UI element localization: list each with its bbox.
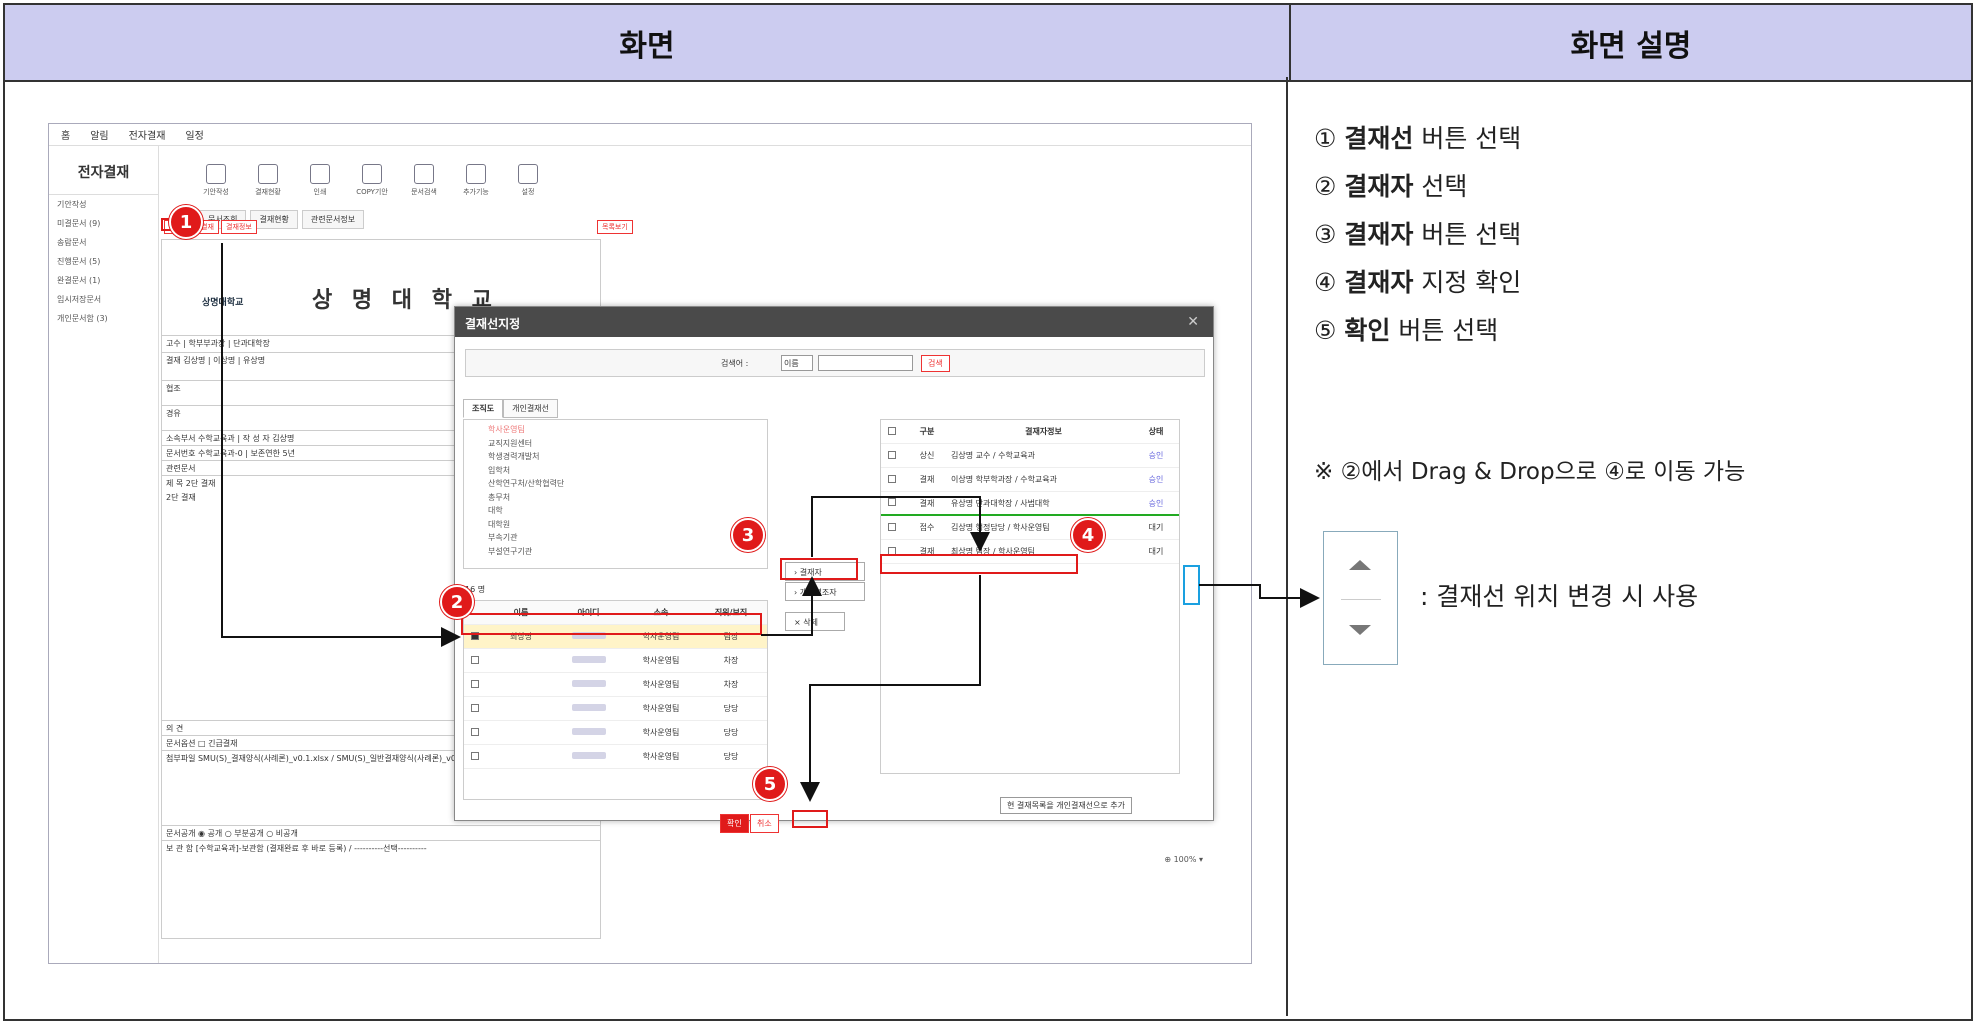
updown-description: : 결재선 위치 변경 시 사용 bbox=[1420, 582, 1699, 611]
step-badge-3: 3 bbox=[731, 518, 765, 552]
step-item: ④ 결재자 지정 확인 bbox=[1314, 268, 1522, 297]
drag-drop-note: ※ ②에서 Drag & Drop으로 ④로 이동 가능 bbox=[1314, 459, 1746, 485]
step-item: ② 결재자 선택 bbox=[1314, 172, 1468, 201]
step-badge-1: 1 bbox=[169, 205, 203, 239]
step-badge-2: 2 bbox=[440, 585, 474, 619]
arrow-down-icon bbox=[1349, 625, 1371, 635]
step-badge-5: 5 bbox=[753, 767, 787, 801]
position-updown-control bbox=[1323, 531, 1398, 665]
arrow-up-icon bbox=[1349, 560, 1371, 570]
step-item: ⑤ 확인 버튼 선택 bbox=[1314, 316, 1499, 345]
step-item: ③ 결재자 버튼 선택 bbox=[1314, 220, 1522, 249]
step-item: ① 결재선 버튼 선택 bbox=[1314, 124, 1522, 153]
step-list: ① 결재선 버튼 선택 ② 결재자 선택 ③ 결재자 버튼 선택 ④ 결재자 지… bbox=[1314, 115, 1964, 355]
step-badge-4: 4 bbox=[1071, 518, 1105, 552]
